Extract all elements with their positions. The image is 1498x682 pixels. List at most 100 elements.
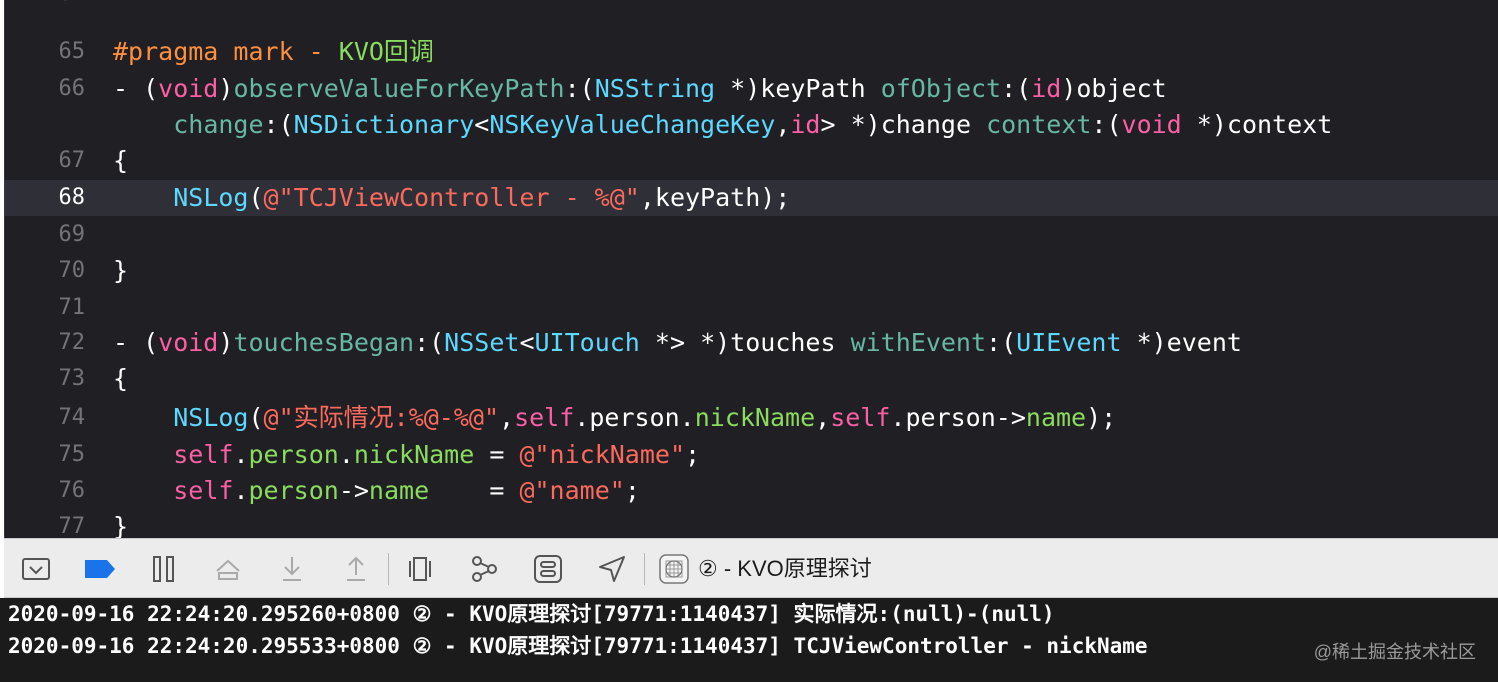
simulate-location-button[interactable] — [594, 551, 630, 587]
code-token: ( — [248, 403, 264, 432]
line-number[interactable]: 66 — [5, 71, 86, 107]
code-token: self — [173, 440, 234, 469]
code-text: NSLog(@"实际情况:%@-%@",self.person.nickName… — [113, 400, 1116, 436]
code-line[interactable]: 76 self.person->name = @"name"; — [5, 473, 1498, 509]
code-token: void — [158, 328, 219, 357]
code-line[interactable]: 69 — [5, 217, 1498, 253]
code-token: :( — [1001, 74, 1032, 103]
code-token: KVO回调 — [338, 37, 434, 66]
code-text: { — [113, 143, 128, 179]
code-token: UIEvent — [1016, 328, 1122, 357]
code-token: :( — [1091, 110, 1122, 139]
toolbar-divider — [644, 553, 645, 585]
step-over-button[interactable] — [210, 551, 246, 587]
line-number[interactable]: 77 — [5, 509, 86, 538]
code-token: .person. — [574, 403, 695, 432]
code-line[interactable]: 64 — [5, 0, 1498, 12]
code-token: = — [474, 440, 520, 469]
line-number[interactable]: 71 — [5, 290, 86, 326]
code-token: nickName — [694, 403, 816, 432]
code-line[interactable]: 72- (void)touchesBegan:(NSSet<UITouch *>… — [5, 325, 1498, 361]
code-token: ) — [218, 328, 234, 357]
line-number[interactable]: 73 — [5, 361, 86, 397]
environment-overrides-button[interactable] — [530, 551, 566, 587]
code-token: change — [173, 110, 264, 139]
code-token: { — [113, 146, 129, 175]
code-token: . — [338, 440, 354, 469]
code-line[interactable]: change:(NSDictionary<NSKeyValueChangeKey… — [5, 107, 1498, 143]
line-number[interactable]: 68 — [5, 180, 86, 216]
process-selector-button[interactable] — [656, 551, 692, 587]
hide-debug-area-button[interactable] — [18, 551, 54, 587]
code-token: NSLog — [173, 403, 249, 432]
code-token: @"TCJViewController - %@" — [263, 183, 640, 212]
code-token: name — [368, 476, 430, 505]
code-token: NSSet — [444, 328, 520, 357]
code-token: ) — [218, 74, 234, 103]
code-editor[interactable]: 6465#pragma mark - KVO回调66- (void)observ… — [4, 0, 1498, 538]
line-number[interactable]: 69 — [5, 217, 86, 253]
line-number[interactable]: 65 — [5, 34, 86, 70]
code-text: - (void)touchesBegan:(NSSet<UITouch *> *… — [113, 325, 1242, 361]
line-number[interactable]: 72 — [5, 325, 86, 361]
code-token: :( — [986, 328, 1017, 357]
debug-toolbar: ② - KVO原理探讨 — [4, 538, 1498, 598]
code-token: < — [519, 328, 535, 357]
pause-button[interactable] — [146, 551, 182, 587]
code-token: *)event — [1121, 328, 1242, 357]
line-number[interactable]: 70 — [5, 253, 86, 289]
code-token: #pragma mark - — [113, 37, 339, 66]
line-number[interactable]: 75 — [5, 437, 86, 473]
code-token: *)context — [1181, 110, 1333, 139]
code-token: *)keyPath — [715, 74, 881, 103]
code-token: NSString — [594, 74, 716, 103]
code-token: self — [830, 403, 891, 432]
line-number[interactable]: 76 — [5, 473, 86, 509]
code-token: , — [815, 403, 831, 432]
code-line[interactable]: 75 self.person.nickName = @"nickName"; — [5, 437, 1498, 473]
breakpoint-icon — [85, 560, 115, 578]
code-line[interactable]: 73 { — [5, 361, 1498, 397]
code-line[interactable]: 67 { — [5, 143, 1498, 179]
view-hierarchy-icon — [409, 557, 431, 581]
debug-memory-graph-button[interactable] — [466, 551, 502, 587]
code-text: self.person->name = @"name"; — [113, 473, 640, 509]
code-token: NSLog — [173, 183, 249, 212]
code-line[interactable]: 77} — [5, 509, 1498, 538]
code-token: > *)change — [820, 110, 987, 139]
memory-graph-icon — [472, 556, 497, 582]
step-out-button[interactable] — [338, 551, 374, 587]
current-code-line[interactable]: 68 NSLog(@"TCJViewController - %@",keyPa… — [5, 180, 1498, 216]
console-output[interactable]: 2020-09-16 22:24:20.295260+0800 ② - KVO原… — [0, 598, 1498, 682]
code-token: . — [233, 440, 249, 469]
console-line: 2020-09-16 22:24:20.295260+0800 ② - KVO原… — [8, 602, 1055, 626]
code-line[interactable]: 74 NSLog(@"实际情况:%@-%@",self.person.nickN… — [5, 400, 1498, 436]
code-token: ); — [1086, 403, 1117, 432]
code-token: withEvent — [850, 328, 987, 357]
code-line[interactable]: 70} — [5, 253, 1498, 289]
code-line[interactable]: 66- (void)observeValueForKeyPath:(NSStri… — [5, 71, 1498, 107]
code-text: } — [113, 509, 128, 538]
code-token: , — [499, 403, 515, 432]
process-name[interactable]: ② - KVO原理探讨 — [698, 555, 872, 583]
code-line[interactable]: 71 — [5, 290, 1498, 326]
step-into-button[interactable] — [274, 551, 310, 587]
code-token: @"nickName" — [519, 440, 686, 469]
code-token: void — [1121, 110, 1182, 139]
code-token: UITouch — [534, 328, 640, 357]
debug-view-hierarchy-button[interactable] — [402, 551, 438, 587]
line-number[interactable]: 67 — [5, 143, 86, 179]
step-out-icon — [347, 556, 365, 581]
code-token: < — [474, 110, 490, 139]
line-number[interactable]: 74 — [5, 400, 86, 436]
code-text: #pragma mark - KVO回调 — [113, 34, 434, 70]
code-line[interactable]: 65 #pragma mark - KVO回调 — [5, 34, 1498, 70]
code-token: self — [173, 476, 234, 505]
breakpoints-toggle-button[interactable] — [82, 551, 118, 587]
code-token: NSDictionary — [293, 110, 475, 139]
line-number[interactable]: 64 — [5, 0, 86, 12]
code-token: name — [1025, 403, 1087, 432]
code-token: .person-> — [890, 403, 1026, 432]
